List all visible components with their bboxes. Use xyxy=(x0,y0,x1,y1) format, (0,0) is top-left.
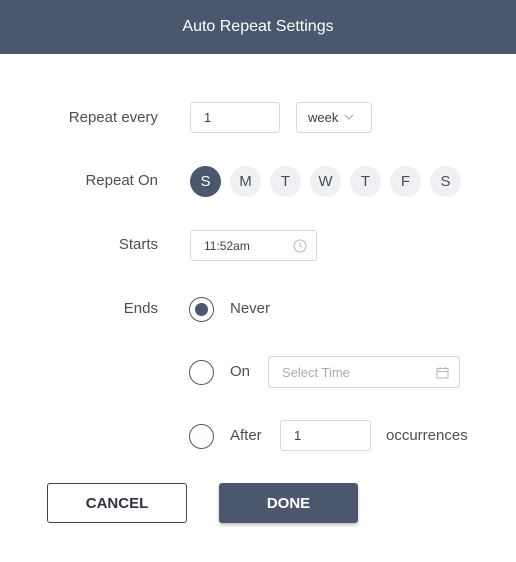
done-button-label: DONE xyxy=(266,494,311,512)
ends-on-placeholder: Select Time xyxy=(282,364,350,380)
cancel-button-label: CANCEL xyxy=(85,494,149,512)
occurrences-value: 1 xyxy=(294,428,302,443)
ends-label: Ends xyxy=(123,300,158,317)
dialog-header: Auto Repeat Settings xyxy=(0,0,516,54)
ends-never-radio[interactable] xyxy=(189,297,214,322)
day-saturday-toggle[interactable]: S xyxy=(430,166,461,197)
ends-after-radio[interactable] xyxy=(189,424,214,449)
clock-icon xyxy=(292,238,307,253)
occurrences-suffix: occurrences xyxy=(386,427,468,444)
starts-label: Starts xyxy=(118,236,158,253)
ends-on-label: On xyxy=(230,363,251,380)
day-monday-toggle[interactable]: M xyxy=(230,166,261,197)
calendar-icon xyxy=(435,365,449,379)
done-button[interactable]: DONE xyxy=(219,483,358,523)
start-time-value: 11:52am xyxy=(204,238,250,253)
day-sunday-toggle[interactable]: S xyxy=(190,166,221,197)
cancel-button[interactable]: CANCEL xyxy=(47,483,187,523)
ends-never-label: Never xyxy=(230,300,271,317)
dialog-title: Auto Repeat Settings xyxy=(182,18,334,35)
day-wednesday-toggle[interactable]: W xyxy=(310,166,341,197)
day-tuesday-toggle[interactable]: T xyxy=(270,166,301,197)
radio-selected-dot xyxy=(195,303,208,316)
occurrences-input[interactable]: 1 xyxy=(280,420,371,451)
chevron-down-icon xyxy=(344,114,354,121)
repeat-unit-dropdown[interactable]: week xyxy=(296,102,372,133)
repeat-unit-value: week xyxy=(308,110,339,125)
repeat-interval-value: 1 xyxy=(204,110,212,125)
repeat-every-label: Repeat every xyxy=(68,109,158,126)
repeat-interval-input[interactable]: 1 xyxy=(190,102,280,133)
ends-on-radio[interactable] xyxy=(189,360,214,385)
ends-on-date-input[interactable]: Select Time xyxy=(268,356,460,388)
repeat-on-label: Repeat On xyxy=(85,172,158,189)
day-thursday-toggle[interactable]: T xyxy=(350,166,381,197)
ends-after-label: After xyxy=(230,427,262,444)
day-friday-toggle[interactable]: F xyxy=(390,166,421,197)
